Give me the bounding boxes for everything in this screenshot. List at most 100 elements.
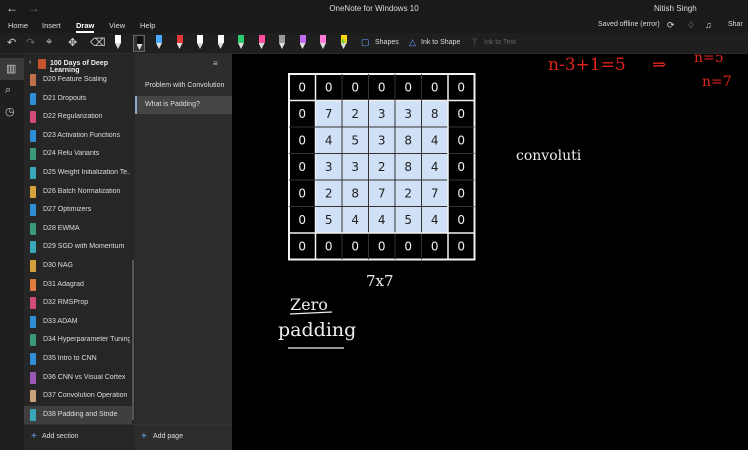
note-canvas[interactable]: 0 0 0 0 0 0 0 0 7 2 3 3 8 0 0 4 5 3 8 4 0 0 3 3 2 8 4 0 0 2 8 7 2 7 0 0 5 4 4 5… bbox=[232, 54, 748, 450]
grid-value: 4 bbox=[431, 160, 439, 174]
section-item[interactable]: D20 Feature Scaling bbox=[24, 71, 132, 89]
tab-help[interactable]: Help bbox=[140, 21, 155, 30]
title-bar: ← → OneNote for Windows 10 Nitish Singh bbox=[0, 0, 748, 18]
page-label: Problem with Convolution bbox=[145, 82, 225, 89]
pen-11-icon[interactable] bbox=[317, 35, 329, 52]
sort-icon[interactable]: ≡ bbox=[213, 59, 218, 68]
section-item[interactable]: D35 Intro to CNN bbox=[24, 350, 132, 368]
chevron-left-icon[interactable]: ‹ bbox=[29, 59, 31, 66]
grid-value: 4 bbox=[325, 133, 333, 147]
section-item[interactable]: D27 Optimizers bbox=[24, 201, 132, 219]
section-label: D32 RMSProp bbox=[43, 299, 89, 307]
user-name[interactable]: Nitish Singh bbox=[654, 4, 697, 13]
section-item[interactable]: D21 Dropouts bbox=[24, 90, 132, 108]
pen-5-icon[interactable] bbox=[194, 35, 206, 52]
pen-2-icon[interactable] bbox=[132, 35, 145, 52]
section-color-tab bbox=[30, 408, 36, 421]
sections-panel: ‹ 100 Days of Deep Learning D20 Feature … bbox=[24, 54, 135, 450]
section-item[interactable]: D22 Regularization bbox=[24, 108, 132, 126]
add-section-label: Add section bbox=[42, 433, 79, 440]
section-item[interactable]: D30 NAG bbox=[24, 257, 132, 275]
sections-scrollbar[interactable] bbox=[132, 260, 134, 420]
shapes-button[interactable]: Shapes bbox=[375, 39, 399, 46]
section-item[interactable]: D34 Hyperparameter Tuning bbox=[24, 331, 132, 349]
section-label: D30 NAG bbox=[43, 262, 73, 269]
plus-icon: + bbox=[31, 431, 37, 442]
section-item[interactable]: D25 Weight Initialization Te... bbox=[24, 164, 132, 182]
add-pen-icon[interactable]: + bbox=[340, 36, 346, 48]
shapes-icon[interactable]: ▢ bbox=[361, 37, 370, 48]
pen-1-icon[interactable] bbox=[112, 35, 124, 52]
add-page-button[interactable]: + Add page bbox=[135, 424, 232, 450]
notebook-icon bbox=[38, 59, 46, 69]
section-item[interactable]: D33 ADAM bbox=[24, 313, 132, 331]
notification-icon[interactable]: ♫ bbox=[705, 20, 712, 30]
section-label: D29 SGD with Momentum bbox=[43, 243, 125, 251]
space-tool-icon[interactable]: ✥ bbox=[68, 36, 77, 49]
grid-value: 4 bbox=[351, 213, 359, 227]
ink-to-shape-button[interactable]: Ink to Shape bbox=[421, 39, 460, 46]
section-item[interactable]: D29 SGD with Momentum bbox=[24, 238, 132, 256]
pen-9-icon[interactable] bbox=[276, 35, 288, 52]
section-item[interactable]: D23 Activation Functions bbox=[24, 127, 132, 145]
grid-value: 4 bbox=[378, 213, 386, 227]
section-item[interactable]: D28 EWMA bbox=[24, 220, 132, 238]
notebooks-icon[interactable]: ▥ bbox=[0, 58, 24, 80]
tab-draw[interactable]: Draw bbox=[76, 21, 95, 33]
ink-to-text-button[interactable]: Ink to Text bbox=[484, 39, 516, 46]
grid-value: 8 bbox=[404, 160, 412, 174]
ink-to-text-icon[interactable]: T bbox=[472, 37, 478, 47]
pen-3-icon[interactable] bbox=[153, 35, 165, 52]
section-label: D36 CNN vs Visual Cortex bbox=[43, 373, 126, 381]
pen-10-icon[interactable] bbox=[297, 35, 309, 52]
grid-value: 7 bbox=[431, 186, 439, 200]
sync-status[interactable]: Saved offline (error) bbox=[598, 21, 660, 28]
lasso-select-icon[interactable]: ⌖ bbox=[46, 36, 52, 49]
tab-view[interactable]: View bbox=[109, 21, 125, 30]
section-color-tab bbox=[30, 371, 36, 384]
redo-icon[interactable]: ↷ bbox=[26, 36, 35, 49]
padding-zero: 0 bbox=[325, 239, 333, 253]
pen-7-icon[interactable] bbox=[235, 35, 247, 52]
section-item[interactable]: D37 Convolution Operation bbox=[24, 387, 132, 405]
section-item[interactable]: D36 CNN vs Visual Cortex bbox=[24, 369, 132, 387]
padding-zero: 0 bbox=[298, 213, 306, 227]
pen-6-icon[interactable] bbox=[215, 35, 227, 52]
section-item[interactable]: D31 Adagrad bbox=[24, 276, 132, 294]
section-label: D33 ADAM bbox=[43, 317, 78, 325]
padding-zero: 0 bbox=[351, 239, 359, 253]
add-section-button[interactable]: + Add section bbox=[24, 424, 135, 450]
section-color-tab bbox=[30, 222, 36, 235]
padding-zero: 0 bbox=[457, 186, 465, 200]
search-icon[interactable]: ⌕ bbox=[5, 84, 11, 97]
pen-4-icon[interactable] bbox=[174, 35, 186, 52]
zero-label: Zero bbox=[290, 295, 328, 314]
section-item[interactable]: D26 Batch Normalization bbox=[24, 183, 132, 201]
share-button[interactable]: Shar bbox=[728, 21, 743, 28]
tab-insert[interactable]: Insert bbox=[42, 21, 61, 30]
grid-value: 3 bbox=[325, 160, 333, 174]
recent-icon[interactable]: ◷ bbox=[5, 105, 15, 118]
padding-zero: 0 bbox=[351, 80, 359, 94]
section-label: D25 Weight Initialization Te... bbox=[43, 169, 130, 176]
page-item[interactable]: What is Padding? bbox=[135, 96, 232, 114]
section-color-tab bbox=[30, 92, 36, 105]
eraser-icon[interactable]: ⌫ bbox=[90, 36, 106, 49]
undo-icon[interactable]: ↶ bbox=[7, 36, 16, 49]
section-label: D23 Activation Functions bbox=[43, 131, 121, 139]
section-label: D28 EWMA bbox=[43, 224, 80, 232]
sync-icon[interactable]: ⟳ bbox=[667, 20, 675, 31]
section-item[interactable]: D24 Relu Variants bbox=[24, 145, 132, 163]
padding-zero: 0 bbox=[404, 80, 412, 94]
ink-to-shape-icon[interactable]: △ bbox=[409, 37, 416, 48]
page-item[interactable]: Problem with Convolution bbox=[135, 77, 232, 95]
section-item[interactable]: D38 Padding and Stride bbox=[24, 405, 132, 424]
tab-home[interactable]: Home bbox=[8, 21, 28, 30]
lightbulb-icon[interactable]: ♢ bbox=[687, 20, 695, 31]
section-color-tab bbox=[30, 74, 36, 86]
section-label: D27 Optimizers bbox=[43, 206, 92, 214]
app-title: OneNote for Windows 10 bbox=[329, 4, 419, 13]
section-color-tab bbox=[30, 260, 36, 272]
pen-8-icon[interactable] bbox=[256, 35, 268, 52]
section-item[interactable]: D32 RMSProp bbox=[24, 294, 132, 312]
